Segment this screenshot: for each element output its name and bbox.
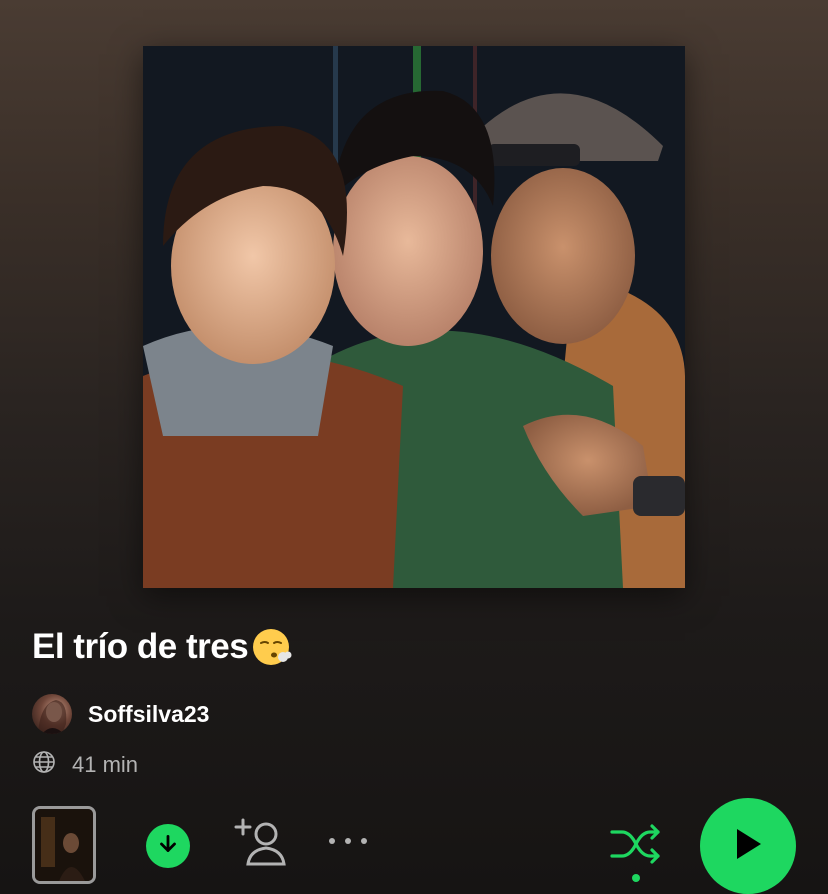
- playlist-cover: [143, 46, 685, 588]
- more-icon: [326, 833, 370, 851]
- owner-name[interactable]: Soffsilva23: [88, 701, 209, 728]
- playlist-title: El trío de tres: [32, 626, 292, 668]
- download-button[interactable]: [146, 824, 190, 868]
- shuffle-icon: [608, 820, 664, 873]
- playlist-duration: 41 min: [72, 752, 139, 777]
- more-options-button[interactable]: [326, 832, 370, 852]
- action-bar: [0, 796, 828, 894]
- add-user-icon: [234, 816, 288, 873]
- playlist-meta: 41 min: [32, 750, 138, 780]
- owner-avatar[interactable]: [32, 694, 72, 734]
- playlist-preview-thumbnail[interactable]: [32, 806, 96, 884]
- owner-row[interactable]: Soffsilva23: [32, 694, 209, 734]
- add-collaborator-button[interactable]: [234, 818, 288, 870]
- exhaling-face-emoji-icon: [250, 626, 292, 668]
- shuffle-active-indicator: [632, 874, 640, 882]
- shuffle-button[interactable]: [608, 822, 664, 870]
- playlist-title-text: El trío de tres: [32, 627, 249, 666]
- play-icon: [733, 827, 763, 866]
- play-button[interactable]: [700, 798, 796, 894]
- download-icon: [155, 831, 181, 862]
- globe-icon: [32, 750, 56, 780]
